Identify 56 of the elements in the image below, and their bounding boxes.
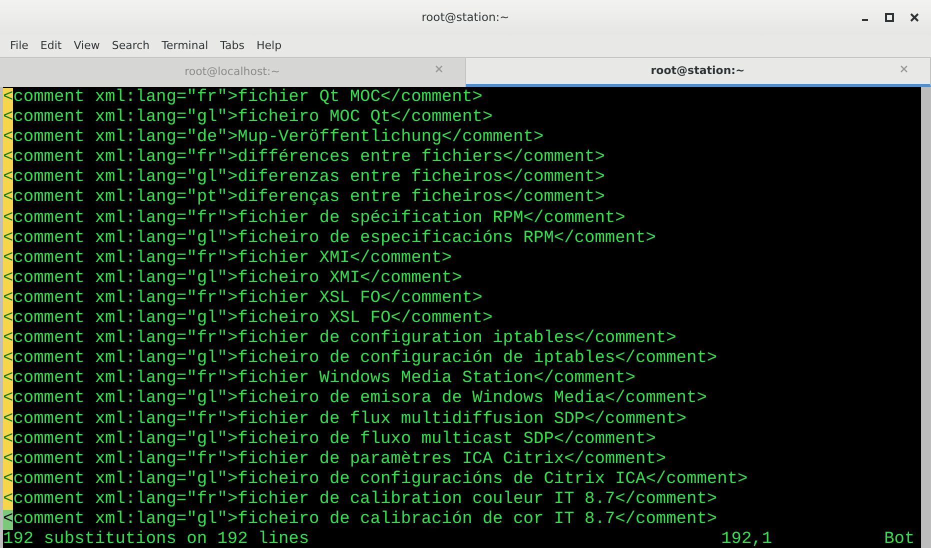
search-match: <: [3, 490, 14, 510]
search-match: <: [3, 88, 14, 108]
scroll-position: Bot: [884, 530, 915, 548]
search-match: <: [3, 450, 14, 470]
search-match: <: [3, 288, 14, 310]
search-match: <: [3, 128, 14, 148]
code-line: comment xml:lang="gl">diferenzas entre ficheiros</comment>: [13, 168, 605, 188]
menu-item[interactable]: Help: [250, 38, 288, 54]
menu-item[interactable]: Search: [106, 38, 156, 54]
menu-item[interactable]: View: [68, 38, 106, 54]
search-match: <: [3, 470, 14, 490]
code-line: comment xml:lang="gl">ficheiro de configuracións de Citrix ICA</comment>: [13, 470, 748, 490]
menu-item[interactable]: Terminal: [156, 38, 214, 54]
code-line: comment xml:lang="fr">fichier de calibration couleur IT 8.7</comment>: [13, 490, 718, 510]
cursor-position: 192,1: [721, 530, 772, 548]
code-line: comment xml:lang="fr">fichier de paramètres ICA Citrix</comment>: [13, 450, 666, 470]
code-line: comment xml:lang="fr">fichier Windows Media Station</comment>: [13, 369, 636, 390]
search-match: <: [3, 430, 14, 450]
code-line: comment xml:lang="fr">fichier XMI</comment>: [13, 248, 452, 269]
menu-item[interactable]: File: [4, 38, 34, 54]
status-message: 192 substitutions on 192 lines: [3, 530, 310, 548]
code-line: comment xml:lang="fr">fichier de flux multidiffusion SDP</comment>: [13, 410, 687, 430]
search-match: <: [3, 349, 14, 370]
menu-item[interactable]: Tabs: [214, 38, 250, 54]
search-match: <: [3, 268, 14, 289]
search-match: <: [3, 188, 14, 209]
terminal-tab[interactable]: root@station:~: [466, 58, 931, 87]
window-title: root@station:~: [422, 8, 510, 26]
search-match: <: [3, 148, 14, 168]
code-line: comment xml:lang="fr">différences entre fichiers</comment>: [13, 148, 605, 168]
code-line: comment xml:lang="gl">ficheiro de especificacións RPM</comment>: [13, 228, 656, 249]
search-match: <: [3, 389, 14, 410]
cursor: <: [3, 510, 14, 530]
menu-item[interactable]: Edit: [34, 38, 68, 54]
search-match: <: [3, 108, 14, 128]
code-line: comment xml:lang="de">Mup-Veröffentlichung</comment>: [13, 128, 544, 148]
search-match: <: [3, 309, 14, 330]
code-line: comment xml:lang="gl">ficheiro de configuración de iptables</comment>: [13, 349, 718, 370]
code-line: comment xml:lang="gl">ficheiro de emisora de Windows Media</comment>: [13, 389, 707, 410]
code-line: comment xml:lang="pt">diferenças entre ficheiros</comment>: [13, 188, 605, 209]
code-line: comment xml:lang="fr">fichier Qt MOC</comment>: [13, 88, 482, 108]
code-line: comment xml:lang="gl">ficheiro XSL FO</comment>: [13, 309, 493, 330]
code-line: comment xml:lang="fr">fichier de spécification RPM</comment>: [13, 208, 626, 229]
code-line: comment xml:lang="gl">ficheiro de calibración de cor IT 8.7</comment>: [13, 510, 718, 530]
code-line: comment xml:lang="gl">ficheiro XMI</comment>: [13, 268, 462, 289]
search-match: <: [3, 248, 14, 269]
search-match: <: [3, 329, 14, 350]
code-line: comment xml:lang="gl">ficheiro de fluxo multicast SDP</comment>: [13, 430, 656, 450]
code-line: comment xml:lang="fr">fichier XSL FO</comment>: [13, 288, 482, 310]
search-match: <: [3, 410, 14, 430]
search-match: <: [3, 168, 14, 188]
search-match: <: [3, 208, 14, 229]
search-match: <: [3, 228, 14, 249]
code-line: comment xml:lang="gl">ficheiro MOC Qt</comment>: [13, 108, 493, 128]
code-line: comment xml:lang="fr">fichier de configuration iptables</comment>: [13, 329, 676, 350]
search-match: <: [3, 369, 14, 390]
